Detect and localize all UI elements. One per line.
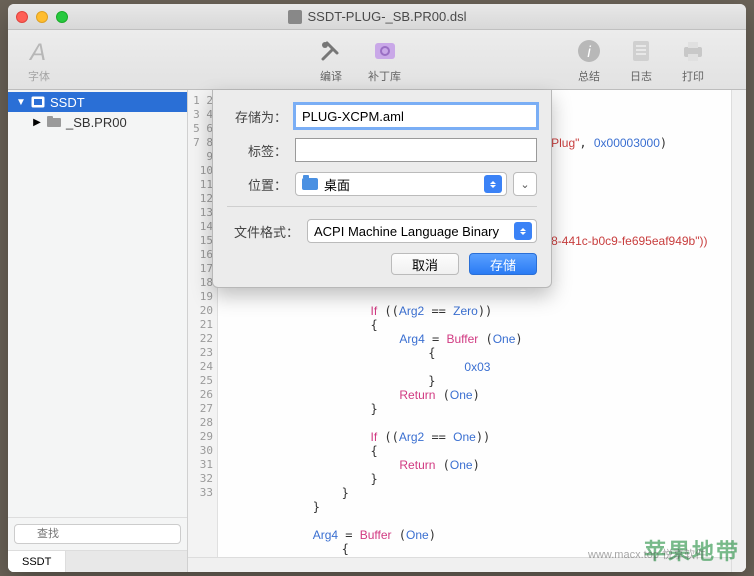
log-icon [626,36,656,66]
expand-button[interactable]: ⌄ [513,172,537,196]
font-tool[interactable]: A 字体 [24,36,54,84]
close-icon[interactable] [16,11,28,23]
save-button[interactable]: 存储 [469,253,537,275]
popup-arrows-icon [484,175,502,193]
titlebar[interactable]: SSDT-PLUG-_SB.PR00.dsl [8,4,746,30]
app-window: SSDT-PLUG-_SB.PR00.dsl A 字体 编译 补丁库 i 总结 … [8,4,746,572]
tree-child-label: _SB.PR00 [66,115,127,130]
sidebar: ▼ SSDT ▶ _SB.PR00 SSDT [8,90,188,572]
cancel-button[interactable]: 取消 [391,253,459,275]
tree-root-label: SSDT [50,95,85,110]
tools-icon [316,36,346,66]
search-input[interactable] [14,524,181,544]
tags-label: 标签： [227,141,287,160]
format-popup[interactable]: ACPI Machine Language Binary [307,219,537,243]
patch-icon [370,36,400,66]
location-value: 桌面 [324,175,350,194]
log-tool[interactable]: 日志 [626,36,656,84]
tree[interactable]: ▼ SSDT ▶ _SB.PR00 [8,90,187,517]
svg-text:i: i [587,44,591,61]
search-wrap [8,517,187,550]
location-label: 位置： [227,175,287,194]
popup-arrows-icon [514,222,532,240]
folder-icon [46,115,62,129]
font-icon: A [24,36,54,66]
sidebar-tabs: SSDT [8,550,187,572]
document-icon [288,10,302,24]
svg-text:A: A [28,39,46,64]
disclosure-triangle-icon[interactable]: ▼ [16,97,26,108]
format-label: 文件格式： [227,222,299,241]
chip-icon [30,95,46,109]
tree-root[interactable]: ▼ SSDT [8,92,187,112]
info-icon: i [574,36,604,66]
summary-tool[interactable]: i 总结 [574,36,604,84]
patch-tool[interactable]: 补丁库 [368,36,401,84]
vertical-scrollbar[interactable] [731,90,746,572]
format-value: ACPI Machine Language Binary [314,224,499,239]
tree-child[interactable]: ▶ _SB.PR00 [8,112,187,132]
window-title-text: SSDT-PLUG-_SB.PR00.dsl [308,9,467,24]
save-as-label: 存储为： [227,107,287,126]
compile-tool[interactable]: 编译 [316,36,346,84]
sidebar-tab[interactable]: SSDT [8,551,66,572]
minimize-icon[interactable] [36,11,48,23]
disclosure-triangle-icon[interactable]: ▶ [32,117,42,128]
divider [227,206,537,207]
zoom-icon[interactable] [56,11,68,23]
toolbar: A 字体 编译 补丁库 i 总结 日志 打印 [8,30,746,90]
watermark-url: www.macx.top 悦享软件 [588,546,706,562]
save-sheet: 存储为： 标签： 位置： 桌面 ⌄ 文件格式： ACPI Machine Lan… [212,90,552,288]
location-popup[interactable]: 桌面 [295,172,507,196]
print-icon [678,36,708,66]
window-title: SSDT-PLUG-_SB.PR00.dsl [68,9,686,24]
folder-icon [302,178,318,190]
filename-input[interactable] [295,104,537,128]
tags-input[interactable] [295,138,537,162]
print-tool[interactable]: 打印 [678,36,708,84]
traffic-lights [16,11,68,23]
